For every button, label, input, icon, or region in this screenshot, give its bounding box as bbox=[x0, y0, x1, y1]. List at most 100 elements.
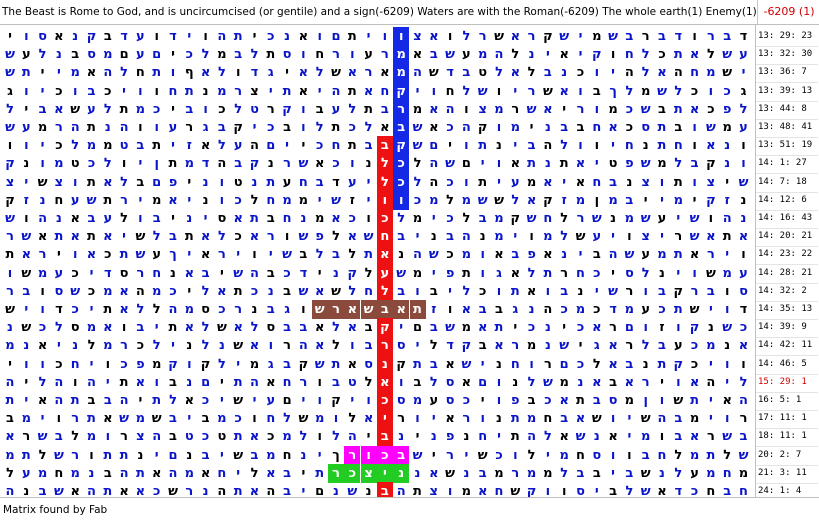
matrix-letter: מ bbox=[461, 320, 472, 336]
matrix-letter: ו bbox=[333, 411, 339, 427]
matrix-letter: ש bbox=[559, 338, 570, 354]
matrix-letter: מ bbox=[559, 447, 569, 463]
matrix-letter: ב bbox=[478, 302, 487, 317]
matrix-letter: ת bbox=[673, 302, 683, 317]
matrix-letter: ל bbox=[217, 138, 226, 154]
matrix-letter: ל bbox=[120, 65, 129, 81]
matrix-letter: נ bbox=[72, 29, 79, 44]
matrix-letter: י bbox=[203, 211, 208, 226]
matrix-letter: ע bbox=[54, 265, 64, 281]
matrix-letter: י bbox=[611, 138, 615, 154]
matrix-letter: י bbox=[89, 302, 94, 317]
matrix-letter: נ bbox=[72, 338, 79, 354]
matrix-letter: ל bbox=[674, 156, 683, 172]
matrix-letter: י bbox=[40, 411, 45, 427]
matrix-letter: ו bbox=[529, 356, 534, 372]
matrix-letter: כ bbox=[104, 247, 112, 263]
matrix-letter: ו bbox=[317, 374, 322, 390]
matrix-letter: ת bbox=[266, 174, 276, 190]
matrix-letter: ו bbox=[284, 229, 290, 245]
matrix-letter: כ bbox=[87, 156, 96, 172]
matrix-letter: נ bbox=[398, 247, 405, 263]
matrix-letter: י bbox=[24, 393, 29, 408]
matrix-letter: ח bbox=[298, 174, 308, 190]
matrix-letter: ר bbox=[120, 429, 128, 445]
matrix-letter: ו bbox=[578, 138, 583, 154]
matrix-letter: י bbox=[366, 192, 371, 208]
matrix-letter: ה bbox=[461, 120, 471, 135]
matrix-letter: ר bbox=[706, 429, 715, 445]
matrix-letter: ר bbox=[478, 29, 487, 44]
matrix-letter: ר bbox=[462, 411, 471, 427]
matrix-letter: מ bbox=[738, 465, 749, 481]
matrix-letter: י bbox=[627, 429, 632, 445]
matrix-letter: נ bbox=[593, 429, 600, 445]
matrix-letter: צ bbox=[136, 429, 145, 445]
matrix-letter: י bbox=[219, 447, 224, 463]
matrix-letter: ת bbox=[119, 374, 129, 390]
matrix-letter: ת bbox=[494, 320, 504, 336]
matrix-letter: ר bbox=[380, 47, 389, 63]
matrix-letter: ג bbox=[496, 265, 502, 281]
verse-reference: 14: 32: 2 bbox=[756, 282, 818, 302]
matrix-letter: ב bbox=[560, 411, 569, 427]
matrix-letter: י bbox=[431, 265, 436, 281]
matrix-letter: ב bbox=[478, 465, 487, 481]
matrix-letter: א bbox=[706, 229, 716, 245]
matrix-letter: ט bbox=[478, 65, 488, 81]
matrix-letter: פ bbox=[445, 429, 455, 445]
matrix-letter: י bbox=[431, 447, 436, 463]
matrix-letter: ש bbox=[5, 120, 15, 135]
matrix-letter: ע bbox=[168, 120, 178, 135]
matrix-letter: כ bbox=[527, 320, 536, 336]
matrix-letter: ב bbox=[71, 47, 80, 63]
matrix-letter: ע bbox=[641, 302, 651, 317]
matrix-letter: ב bbox=[527, 393, 536, 408]
matrix-letter: ד bbox=[446, 65, 454, 81]
matrix-letter: ת bbox=[168, 156, 178, 172]
highlighted-letter: כ bbox=[376, 445, 393, 465]
matrix-letter: ע bbox=[136, 29, 145, 44]
matrix-letter: ו bbox=[594, 138, 600, 154]
matrix-letter: ש bbox=[428, 65, 439, 81]
matrix-letter: א bbox=[689, 247, 700, 263]
matrix-letter: י bbox=[285, 65, 289, 81]
matrix-letter: י bbox=[708, 393, 713, 408]
matrix-letter: ה bbox=[38, 211, 48, 226]
matrix-letter: ל bbox=[6, 101, 14, 117]
matrix-letter: מ bbox=[657, 247, 667, 263]
highlighted-letter: א bbox=[376, 372, 393, 392]
matrix-letter: ב bbox=[266, 265, 275, 281]
matrix-letter: ר bbox=[609, 320, 617, 336]
matrix-letter: ח bbox=[266, 192, 276, 208]
matrix-letter: א bbox=[689, 374, 700, 390]
matrix-letter: מ bbox=[314, 211, 325, 226]
matrix-letter: ש bbox=[331, 283, 341, 299]
matrix-letter: ה bbox=[461, 229, 471, 245]
matrix-letter: י bbox=[252, 29, 257, 44]
matrix-letter: מ bbox=[412, 265, 423, 281]
matrix-letter: ל bbox=[201, 47, 210, 63]
matrix-letter: כ bbox=[560, 302, 568, 317]
matrix-letter: ב bbox=[592, 393, 601, 408]
matrix-letter: ש bbox=[331, 65, 341, 81]
matrix-letter: ו bbox=[24, 211, 29, 226]
matrix-letter: ת bbox=[103, 302, 113, 317]
matrix-letter: נ bbox=[430, 429, 437, 445]
matrix-letter: נ bbox=[88, 465, 95, 481]
matrix-letter: ק bbox=[5, 192, 15, 208]
matrix-letter: ר bbox=[641, 374, 650, 390]
highlighted-letter: כ bbox=[344, 463, 361, 483]
matrix-letter: ו bbox=[496, 156, 502, 172]
matrix-letter: י bbox=[252, 120, 257, 135]
matrix-letter: י bbox=[562, 174, 567, 190]
matrix-letter: ש bbox=[640, 465, 651, 481]
matrix-letter: ו bbox=[203, 101, 208, 117]
matrix-letter: ב bbox=[169, 411, 177, 427]
highlighted-letter: ב bbox=[376, 427, 393, 447]
matrix-letter: ר bbox=[283, 338, 291, 354]
matrix-letter: ר bbox=[625, 283, 634, 299]
matrix-letter: ר bbox=[706, 247, 715, 263]
matrix-letter: כ bbox=[593, 302, 601, 317]
matrix-letter: ב bbox=[169, 374, 177, 390]
